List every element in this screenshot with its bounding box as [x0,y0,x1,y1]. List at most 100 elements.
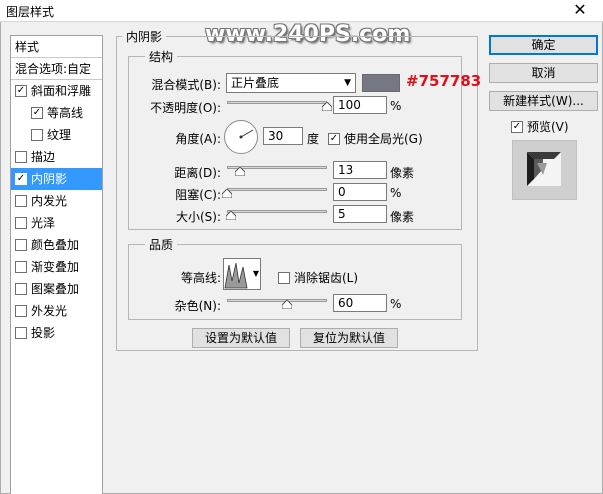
style-list-item-label: 光泽 [31,216,56,230]
style-list-item-label: 描边 [31,150,56,164]
choke-slider[interactable] [222,185,327,198]
distance-input[interactable]: 13 [333,161,387,179]
title-bar: 图层样式 ✕ [0,0,603,22]
style-list-item-label: 内阴影 [31,172,68,186]
style-list-item[interactable]: 图案叠加 [11,278,102,300]
choke-input[interactable]: 0 [333,183,387,201]
size-input[interactable]: 5 [333,205,387,223]
style-list-item-label: 外发光 [31,304,68,318]
opacity-unit: % [390,99,402,113]
style-list-item[interactable]: 颜色叠加 [11,234,102,256]
style-list-item[interactable]: 描边 [11,146,102,168]
style-list-item[interactable]: 投影 [11,322,102,344]
style-list-item[interactable]: 内阴影 [11,168,102,190]
style-list-item-label: 渐变叠加 [31,260,80,274]
choke-label: 阻塞(C): [175,188,221,202]
noise-label: 杂色(N): [174,299,221,313]
size-unit: 像素 [390,210,415,224]
style-list-item[interactable]: 外发光 [11,300,102,322]
global-light-check-icon[interactable] [328,133,340,145]
reset-default-button[interactable]: 复位为默认值 [300,328,398,348]
ok-button[interactable]: 确定 [489,35,598,55]
blend-options-item[interactable]: 混合选项:自定 [11,58,102,80]
distance-slider-thumb[interactable] [235,167,245,176]
style-checkbox-icon[interactable] [31,107,43,119]
contour-dropdown-icon[interactable]: ▼ [253,269,259,278]
inner-shadow-title: 内阴影 [122,28,167,45]
noise-slider-track [227,299,327,302]
noise-unit: % [390,297,402,311]
angle-dial[interactable] [224,120,258,154]
style-checkbox-icon[interactable] [15,217,27,229]
angle-needle-icon [239,129,254,139]
color-hex-annotation: #757783 [406,72,482,90]
window-title: 图层样式 [6,5,55,19]
style-checkbox-icon[interactable] [15,283,27,295]
style-list-item-label: 图案叠加 [31,282,80,296]
preview-label: 预览(V) [527,120,569,134]
chevron-down-icon: ▼ [344,78,351,88]
close-icon[interactable]: ✕ [571,1,589,19]
global-light-label: 使用全局光(G) [344,132,423,146]
antialias-label: 消除锯齿(L) [294,271,359,285]
style-list-item-label: 投影 [31,326,56,340]
noise-input[interactable]: 60 [333,294,387,312]
antialias-checkbox[interactable]: 消除锯齿(L) [278,269,358,286]
style-preview-thumbnail [512,140,577,200]
style-list-item[interactable]: 渐变叠加 [11,256,102,278]
style-checkbox-icon[interactable] [15,85,27,97]
choke-slider-thumb[interactable] [222,189,232,198]
new-style-button[interactable]: 新建样式(W)... [489,91,598,111]
global-light-checkbox[interactable]: 使用全局光(G) [328,130,423,147]
style-list: 样式 混合选项:自定 斜面和浮雕等高线纹理描边内阴影内发光光泽颜色叠加渐变叠加图… [10,35,103,494]
antialias-check-icon[interactable] [278,272,290,284]
shadow-color-swatch[interactable] [362,74,400,92]
angle-unit: 度 [307,132,320,146]
cancel-button[interactable]: 取消 [489,63,598,83]
style-checkbox-icon[interactable] [15,261,27,273]
noise-slider-thumb[interactable] [282,300,292,309]
style-checkbox-icon[interactable] [15,195,27,207]
angle-input[interactable]: 30 [263,127,303,145]
size-slider[interactable] [226,207,327,220]
opacity-slider-track [227,101,327,104]
preview-swatch-image [513,141,576,199]
style-checkbox-icon[interactable] [15,151,27,163]
style-list-item[interactable]: 等高线 [11,102,102,124]
style-checkbox-icon[interactable] [15,239,27,251]
blend-mode-value: 正片叠底 [231,76,280,90]
structure-title: 结构 [145,48,178,65]
style-checkbox-icon[interactable] [31,129,43,141]
styles-header[interactable]: 样式 [11,36,102,58]
preview-check-icon[interactable] [511,121,523,133]
distance-slider[interactable] [227,163,327,176]
layer-style-dialog: 样式 混合选项:自定 斜面和浮雕等高线纹理描边内阴影内发光光泽颜色叠加渐变叠加图… [0,22,603,494]
size-slider-thumb[interactable] [226,211,236,220]
opacity-slider-thumb[interactable] [322,102,332,111]
make-default-button[interactable]: 设置为默认值 [192,328,290,348]
opacity-input[interactable]: 100 [333,96,387,114]
contour-label: 等高线: [180,271,221,285]
style-checkbox-icon[interactable] [15,173,27,185]
style-list-item-label: 纹理 [47,128,72,142]
style-checkbox-icon[interactable] [15,327,27,339]
distance-unit: 像素 [390,166,415,180]
contour-picker[interactable]: ▼ [223,258,261,290]
size-label: 大小(S): [175,210,221,224]
style-checkbox-icon[interactable] [15,305,27,317]
style-list-item[interactable]: 内发光 [11,190,102,212]
style-list-item-label: 颜色叠加 [31,238,80,252]
blend-mode-select[interactable]: 正片叠底 ▼ [226,73,356,93]
choke-slider-track [227,188,327,191]
style-list-item-label: 等高线 [47,106,84,120]
opacity-label: 不透明度(O): [150,101,221,115]
distance-label: 距离(D): [174,166,221,180]
contour-curve-icon [224,259,250,289]
preview-checkbox[interactable]: 预览(V) [511,118,569,135]
style-list-item[interactable]: 斜面和浮雕 [11,80,102,102]
style-list-item-label: 内发光 [31,194,68,208]
style-list-item[interactable]: 光泽 [11,212,102,234]
opacity-slider[interactable] [227,98,332,111]
style-list-item[interactable]: 纹理 [11,124,102,146]
noise-slider[interactable] [227,296,327,309]
